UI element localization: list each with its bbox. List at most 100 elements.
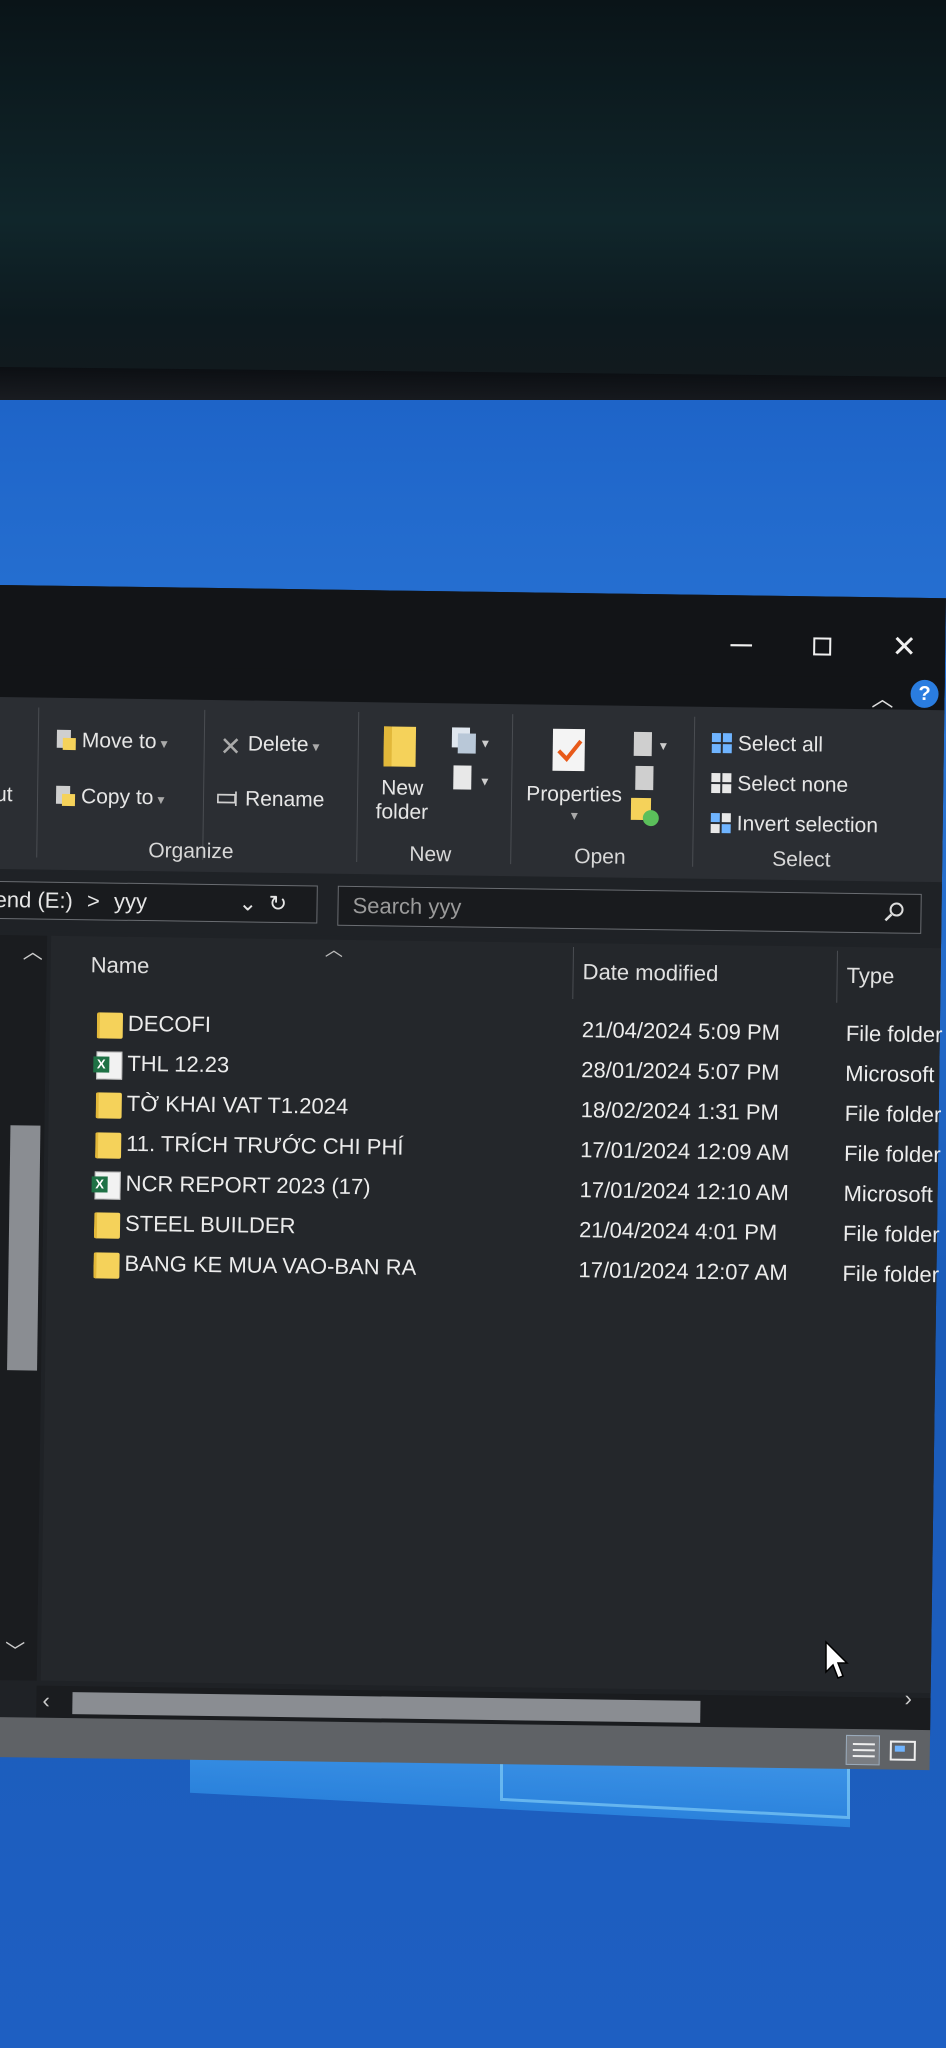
column-headers: ︿ Name Date modified Type: [50, 936, 941, 1010]
copy-to-button[interactable]: Copy to ▾: [53, 784, 165, 811]
dropdown-arrow-icon: ▾: [160, 735, 168, 752]
rename-icon: [216, 791, 237, 807]
excel-file-icon: X: [91, 1168, 121, 1200]
select-all-icon: [711, 732, 733, 754]
new-folder-label-line2: folder: [375, 800, 429, 824]
group-label-open: Open: [574, 845, 626, 869]
nav-scrollbar-thumb[interactable]: [7, 1125, 41, 1371]
delete-label: Delete: [247, 732, 309, 757]
sort-ascending-icon: ︿: [324, 939, 344, 960]
refresh-icon[interactable]: ↻: [268, 886, 287, 922]
breadcrumb-separator: >: [86, 888, 101, 914]
group-separator: [692, 716, 696, 867]
delete-button[interactable]: ✕ Delete ▾: [219, 731, 320, 762]
file-name: 11. TRÍCH TRƯỚC CHI PHÍ: [126, 1130, 404, 1160]
breadcrumb-drive[interactable]: end (E:): [0, 887, 73, 913]
invert-selection-label: Invert selection: [736, 812, 879, 838]
move-to-button[interactable]: Move to ▾: [54, 728, 168, 755]
ribbon-home: ut Move to ▾ Copy to ▾ ✕ Delete ▾ Rename Org…: [0, 696, 945, 883]
column-header-date-modified[interactable]: Date modified: [582, 959, 718, 987]
dropdown-arrow-icon: ▾: [312, 738, 320, 755]
file-name: TỜ KHAI VAT T1.2024: [126, 1090, 349, 1119]
new-folder-button[interactable]: New folder: [368, 722, 440, 843]
open-icon[interactable]: ▾: [630, 730, 674, 761]
navigation-row: end (E:) > yyy ⌄ ↻ Search yyy: [0, 870, 942, 945]
select-none-button[interactable]: Select none: [709, 771, 848, 798]
maximize-button[interactable]: [792, 626, 853, 667]
file-date-modified: 18/02/2024 1:31 PM: [580, 1097, 780, 1125]
rename-button[interactable]: Rename: [216, 786, 325, 812]
properties-button[interactable]: Properties ▾: [516, 726, 628, 848]
file-type: File folder: [845, 1020, 943, 1048]
file-date-modified: 17/01/2024 12:10 AM: [579, 1177, 789, 1206]
close-icon: ✕: [891, 630, 918, 664]
search-icon: [884, 902, 904, 922]
new-folder-label-line1: New: [381, 776, 424, 800]
large-icons-view-button[interactable]: [886, 1735, 920, 1765]
nav-scroll-down-icon[interactable]: ﹀: [5, 1635, 25, 1664]
group-separator: [356, 712, 360, 863]
file-name: STEEL BUILDER: [124, 1210, 296, 1239]
rename-label: Rename: [244, 787, 325, 812]
address-bar[interactable]: end (E:) > yyy ⌄ ↻: [0, 880, 318, 924]
minimize-icon: ─: [730, 628, 753, 662]
column-separator[interactable]: [572, 947, 575, 1000]
scroll-right-icon[interactable]: ›: [904, 1686, 912, 1712]
select-none-label: Select none: [737, 772, 849, 797]
history-icon[interactable]: [629, 796, 663, 828]
minimize-button[interactable]: ─: [711, 625, 772, 666]
group-label-new: New: [409, 842, 452, 867]
properties-icon: [552, 728, 586, 772]
delete-x-icon: ✕: [219, 731, 242, 762]
svg-text:▾: ▾: [481, 773, 488, 789]
select-none-icon: [711, 772, 732, 794]
group-label-select: Select: [772, 847, 831, 872]
folder-icon: [92, 1128, 122, 1160]
file-type: Microsoft: [843, 1180, 934, 1208]
nav-scroll-up-icon[interactable]: ︿: [23, 935, 43, 964]
file-explorer-window: ─ ✕ ︿ ? ut Move to ▾ Copy to ▾ ✕ Delete ▾ Re…: [0, 585, 946, 1771]
copy-to-icon: [55, 785, 76, 807]
cut-button[interactable]: ut: [0, 783, 13, 807]
monitor-bezel-photo: [0, 0, 946, 400]
excel-file-icon: X: [93, 1048, 123, 1080]
file-date-modified: 28/01/2024 5:07 PM: [581, 1057, 780, 1085]
select-all-button[interactable]: Select all: [710, 731, 824, 758]
easy-access-icon[interactable]: ▾: [449, 763, 493, 796]
column-separator[interactable]: [836, 950, 838, 1003]
file-name: BANG KE MUA VAO-BAN RA: [124, 1250, 417, 1280]
file-type: File folder: [843, 1140, 941, 1168]
maximize-icon: [813, 637, 832, 656]
file-date-modified: 17/01/2024 12:07 AM: [578, 1257, 788, 1286]
file-list: ︿ Name Date modified Type DECOFI 21/04/20…: [40, 935, 943, 1694]
details-view-button[interactable]: [845, 1734, 881, 1766]
invert-selection-button[interactable]: Invert selection: [709, 811, 879, 838]
file-type: File folder: [842, 1260, 940, 1288]
breadcrumb-folder[interactable]: yyy: [114, 889, 147, 914]
group-separator: [510, 714, 514, 865]
scroll-left-icon[interactable]: ‹: [42, 1688, 50, 1714]
address-history-dropdown[interactable]: ⌄: [238, 885, 257, 921]
edit-icon[interactable]: [631, 764, 661, 794]
large-icons-view-icon: [889, 1740, 916, 1761]
folder-icon: [91, 1208, 121, 1240]
column-header-name[interactable]: Name: [91, 952, 150, 979]
search-placeholder: Search yyy: [352, 892, 462, 920]
column-header-type[interactable]: Type: [846, 963, 894, 990]
invert-selection-icon: [710, 812, 731, 834]
dropdown-arrow-icon: ▾: [570, 806, 578, 824]
move-to-label: Move to: [81, 729, 157, 754]
file-date-modified: 17/01/2024 12:09 AM: [579, 1137, 790, 1166]
search-input[interactable]: Search yyy: [337, 885, 922, 934]
horizontal-scrollbar-thumb[interactable]: [72, 1692, 701, 1723]
close-button[interactable]: ✕: [874, 627, 935, 668]
move-to-icon: [56, 729, 76, 751]
svg-text:▾: ▾: [482, 735, 489, 751]
cut-label: ut: [0, 782, 13, 807]
mouse-pointer-icon: [825, 1640, 849, 1679]
new-item-icon[interactable]: ▾: [450, 725, 494, 758]
file-type: File folder: [844, 1100, 942, 1128]
group-separator: [36, 707, 40, 858]
properties-label: Properties: [526, 782, 623, 807]
file-type: File folder: [842, 1220, 940, 1248]
